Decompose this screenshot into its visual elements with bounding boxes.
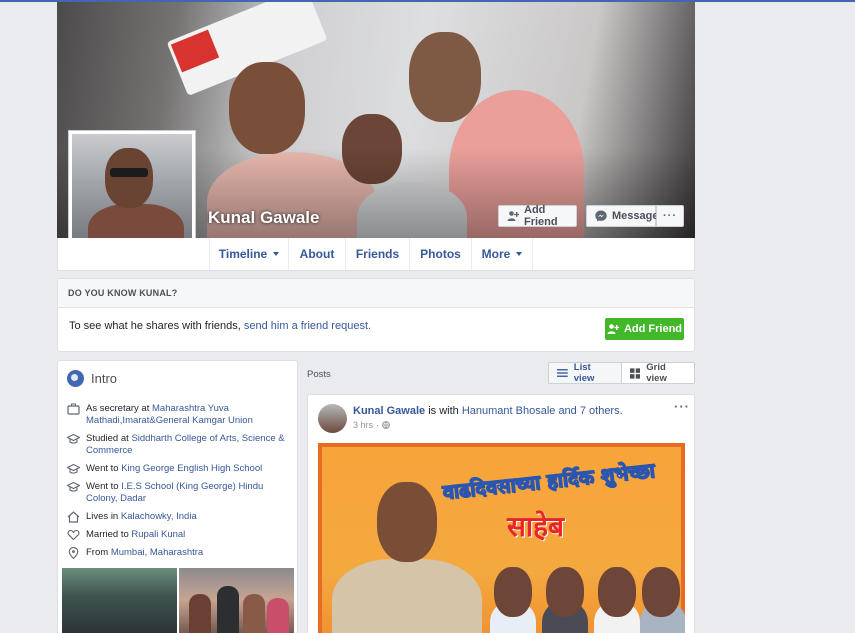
post-options-button[interactable]: ··· bbox=[674, 399, 690, 414]
grid-view-label: Grid view bbox=[646, 362, 667, 384]
message-label: Message bbox=[612, 210, 659, 222]
post-card: Kunal Gawale is with Hanumant Bhosale an… bbox=[307, 394, 695, 633]
chevron-down-icon bbox=[516, 252, 523, 256]
grid-view-button[interactable]: Grid view bbox=[622, 362, 694, 384]
intro-header: Intro bbox=[67, 370, 117, 387]
heart-icon bbox=[67, 529, 80, 541]
tab-photos-label: Photos bbox=[420, 247, 461, 261]
intro-photo-1[interactable] bbox=[62, 568, 177, 633]
post-timestamp[interactable]: 3 hrs bbox=[353, 420, 373, 430]
intro-item-lives-in: Lives in Kalachowky, India bbox=[67, 511, 289, 523]
cover-more-button[interactable]: ··· bbox=[656, 205, 684, 227]
more-dots-icon: ··· bbox=[663, 210, 677, 222]
profile-picture-sunglasses bbox=[110, 168, 148, 177]
intro-item-college: Studied at Siddharth College of Arts, Sc… bbox=[67, 433, 289, 457]
avatar[interactable] bbox=[318, 404, 347, 433]
view-toggle: List view Grid view bbox=[548, 362, 695, 384]
friend-request-prompt: To see what he shares with friends, send… bbox=[69, 320, 371, 332]
poster-person-3-face bbox=[598, 567, 636, 617]
friend-request-prompt-text: To see what he shares with friends, bbox=[69, 320, 241, 332]
globe-icon bbox=[67, 370, 84, 387]
intro-item-work: As secretary at Maharashtra Yuva Mathadi… bbox=[67, 403, 289, 427]
cover-man-head bbox=[229, 62, 305, 154]
intro-photo-2[interactable] bbox=[179, 568, 294, 633]
home-icon bbox=[67, 511, 80, 523]
add-friend-icon bbox=[607, 324, 619, 334]
profile-picture-image bbox=[72, 134, 192, 254]
poster-person-2-face bbox=[546, 567, 584, 617]
add-friend-icon bbox=[507, 211, 519, 221]
post-image[interactable]: वाढदिवसाच्या हार्दिक शुभेच्छा साहेब bbox=[318, 443, 685, 633]
tab-friends[interactable]: Friends bbox=[345, 238, 409, 270]
post-tagged-link[interactable]: Hanumant Bhosale and 7 others. bbox=[462, 405, 623, 417]
list-view-button[interactable]: List view bbox=[549, 362, 622, 384]
intro-item-school-2: Went to I.E.S School (King George) Hindu… bbox=[67, 481, 289, 505]
intro-item-prefix: Lives in bbox=[86, 511, 119, 522]
profile-tab-bar: Timeline About Friends Photos More bbox=[57, 238, 695, 271]
intro-item-prefix: From bbox=[86, 547, 109, 558]
intro-item-prefix: Went to bbox=[86, 481, 119, 492]
send-friend-request-link[interactable]: send him a friend request. bbox=[244, 320, 371, 332]
graduation-cap-icon bbox=[67, 433, 80, 444]
grid-icon bbox=[630, 367, 641, 379]
intro-item-from: From Mumbai, Maharashtra bbox=[67, 547, 289, 559]
intro-item-school-1: Went to King George English High School bbox=[67, 463, 289, 475]
post-with-text: is with bbox=[428, 405, 459, 417]
intro-item-prefix: Married to bbox=[86, 529, 129, 540]
messenger-icon bbox=[595, 210, 607, 222]
intro-item-prefix: As secretary at bbox=[86, 403, 150, 414]
cover-woman-head bbox=[409, 32, 481, 122]
poster-saheb-text: साहेब bbox=[507, 510, 565, 543]
poster-background: वाढदिवसाच्या हार्दिक शुभेच्छा साहेब bbox=[322, 447, 685, 633]
add-friend-green-label: Add Friend bbox=[623, 323, 683, 335]
add-friend-label: Add Friend bbox=[524, 204, 558, 228]
photo-person bbox=[189, 594, 211, 633]
message-button[interactable]: Message bbox=[586, 205, 659, 227]
intro-item-link[interactable]: Mumbai, Maharashtra bbox=[111, 547, 203, 558]
do-you-know-heading: DO YOU KNOW KUNAL? bbox=[58, 279, 694, 308]
intro-item-link[interactable]: Kalachowky, India bbox=[121, 511, 197, 522]
location-pin-icon bbox=[68, 547, 79, 559]
intro-card: Intro As secretary at Maharashtra Yuva M… bbox=[57, 360, 298, 633]
tab-friends-label: Friends bbox=[355, 247, 400, 261]
posts-heading: Posts bbox=[307, 369, 331, 380]
poster-greeting-text: वाढदिवसाच्या हार्दिक शुभेच्छा bbox=[441, 457, 656, 505]
intro-item-prefix: Studied at bbox=[86, 433, 129, 444]
intro-item-link[interactable]: Rupali Kunal bbox=[131, 529, 185, 540]
tab-photos[interactable]: Photos bbox=[409, 238, 471, 270]
tab-more-label: More bbox=[481, 247, 511, 261]
tab-timeline-label: Timeline bbox=[218, 247, 268, 261]
post-author-link[interactable]: Kunal Gawale bbox=[353, 405, 425, 417]
meta-separator: · bbox=[376, 420, 380, 430]
public-globe-icon bbox=[382, 421, 390, 429]
profile-name[interactable]: Kunal Gawale bbox=[208, 208, 319, 228]
photo-person bbox=[267, 598, 289, 633]
profile-picture-face bbox=[105, 148, 153, 208]
chevron-down-icon bbox=[273, 252, 280, 256]
intro-item-link[interactable]: King George English High School bbox=[121, 463, 262, 474]
do-you-know-box: DO YOU KNOW KUNAL? To see what he shares… bbox=[57, 278, 695, 352]
poster-main-person-body bbox=[332, 559, 482, 633]
tab-more[interactable]: More bbox=[471, 238, 533, 270]
list-icon bbox=[557, 369, 568, 377]
photo-person bbox=[243, 594, 265, 633]
intro-title: Intro bbox=[91, 371, 118, 386]
poster-person-1-face bbox=[494, 567, 532, 617]
tab-timeline[interactable]: Timeline bbox=[209, 238, 288, 270]
tab-about[interactable]: About bbox=[288, 238, 345, 270]
add-friend-button[interactable]: Add Friend bbox=[498, 204, 577, 228]
intro-item-prefix: Went to bbox=[86, 463, 119, 474]
poster-person-4-face bbox=[642, 567, 680, 617]
photo-person bbox=[217, 586, 239, 633]
post-meta: 3 hrs · bbox=[353, 420, 390, 430]
add-friend-green-button[interactable]: Add Friend bbox=[605, 318, 684, 340]
graduation-cap-icon bbox=[67, 481, 80, 492]
intro-item-married: Married to Rupali Kunal bbox=[67, 529, 289, 541]
tab-about-label: About bbox=[299, 247, 335, 261]
poster-main-person-head bbox=[377, 482, 437, 562]
briefcase-icon bbox=[67, 403, 80, 415]
graduation-cap-icon bbox=[67, 463, 80, 474]
list-view-label: List view bbox=[573, 362, 595, 384]
post-header: Kunal Gawale is with Hanumant Bhosale an… bbox=[353, 405, 623, 417]
